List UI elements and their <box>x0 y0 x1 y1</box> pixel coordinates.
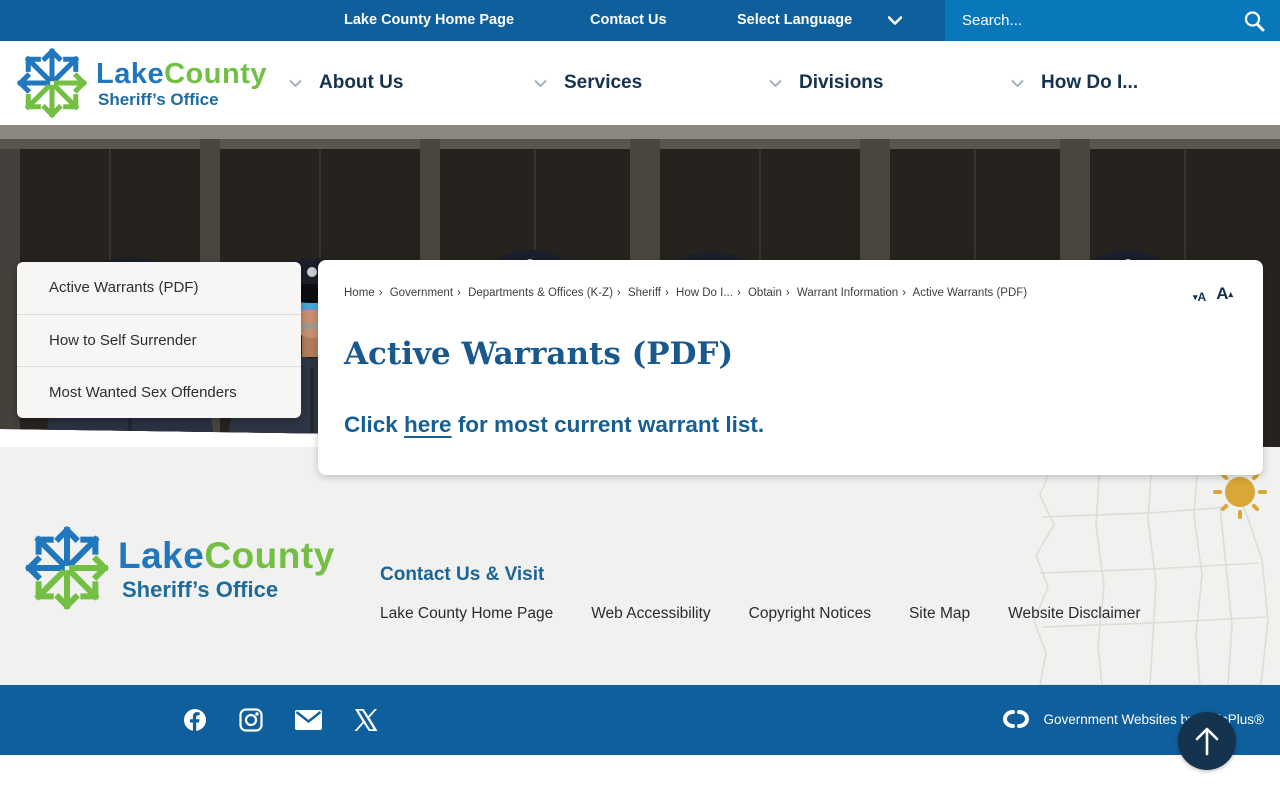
social-links <box>183 708 378 732</box>
header-logo[interactable]: LakeCounty Sheriff’s Office <box>16 47 267 119</box>
search-icon <box>1244 10 1265 31</box>
instagram-icon[interactable] <box>239 708 263 732</box>
left-page-menu: Active Warrants (PDF) How to Self Surren… <box>17 262 301 418</box>
breadcrumb-home[interactable]: Home <box>344 287 375 299</box>
nav-about-us[interactable]: About Us <box>289 41 403 125</box>
breadcrumb-obtain[interactable]: Obtain <box>748 287 782 299</box>
warrant-list-line: Click here for most current warrant list… <box>344 412 765 437</box>
email-icon[interactable] <box>295 710 322 730</box>
chevron-down-icon <box>1011 79 1024 87</box>
breadcrumb-how-do-i[interactable]: How Do I... <box>676 287 733 299</box>
footer-link-disclaimer[interactable]: Website Disclaimer <box>1008 605 1140 623</box>
search-bar <box>945 0 1280 41</box>
breadcrumb-government[interactable]: Government <box>390 287 453 299</box>
site-header: LakeCounty Sheriff’s Office About Us Ser… <box>0 41 1280 125</box>
header-logo-wordmark: LakeCounty <box>96 58 267 90</box>
footer-link-home[interactable]: Lake County Home Page <box>380 605 553 623</box>
footer-link-sitemap[interactable]: Site Map <box>909 605 970 623</box>
chevron-down-icon <box>769 79 782 87</box>
nav-services[interactable]: Services <box>534 41 642 125</box>
footer-logo-tagline: Sheriff’s Office <box>122 577 279 602</box>
civicplus-icon <box>1003 710 1030 728</box>
font-size-controls: ▾ A A ▴ <box>1193 284 1233 304</box>
warrant-list-link[interactable]: here <box>404 412 452 437</box>
breadcrumb-sheriff[interactable]: Sheriff <box>628 287 661 299</box>
breadcrumb-warrant-information[interactable]: Warrant Information <box>797 287 898 299</box>
footer-logo-wordmark: LakeCounty <box>118 535 335 576</box>
language-selector-label: Select Language <box>737 12 853 28</box>
breadcrumb-active-warrants[interactable]: Active Warrants (PDF) <box>913 287 1028 299</box>
menu-item-self-surrender[interactable]: How to Self Surrender <box>17 314 301 366</box>
x-twitter-icon[interactable] <box>354 708 378 732</box>
arrow-up-icon <box>1195 727 1219 756</box>
topbar-contact-link[interactable]: Contact Us <box>590 0 667 41</box>
nav-how-do-i[interactable]: How Do I... <box>1011 41 1138 125</box>
footer-contact-heading[interactable]: Contact Us & Visit <box>380 564 544 586</box>
chevron-down-icon <box>888 16 903 25</box>
breadcrumb: Home › Government › Departments & Offices … <box>344 287 1028 299</box>
search-button[interactable] <box>1242 9 1280 33</box>
footer-links: Lake County Home Page Web Accessibility … <box>380 605 1141 623</box>
nav-divisions[interactable]: Divisions <box>769 41 883 125</box>
facebook-icon[interactable] <box>183 708 207 732</box>
decrease-font-button[interactable]: ▾ A <box>1193 290 1206 304</box>
footer-logo[interactable]: LakeCounty Sheriff’s Office <box>24 525 335 611</box>
county-map-graphic <box>980 455 1280 690</box>
language-selector[interactable]: Select Language <box>737 0 903 41</box>
search-input[interactable] <box>945 12 1242 29</box>
increase-font-button[interactable]: A ▴ <box>1216 284 1233 304</box>
menu-item-most-wanted[interactable]: Most Wanted Sex Offenders <box>17 366 301 418</box>
lake-county-logo-icon <box>24 525 110 611</box>
content-card: Home › Government › Departments & Offices … <box>318 260 1263 475</box>
footer: LakeCounty Sheriff’s Office Contact Us &… <box>0 447 1280 686</box>
chevron-down-icon <box>534 79 547 87</box>
chevron-down-icon <box>289 79 302 87</box>
lake-county-logo-icon <box>16 47 88 119</box>
topbar-home-link[interactable]: Lake County Home Page <box>344 0 514 41</box>
header-logo-tagline: Sheriff’s Office <box>98 90 219 109</box>
breadcrumb-departments[interactable]: Departments & Offices (K-Z) <box>468 287 613 299</box>
back-to-top-button[interactable] <box>1178 712 1236 770</box>
footer-link-accessibility[interactable]: Web Accessibility <box>591 605 710 623</box>
footer-link-copyright[interactable]: Copyright Notices <box>749 605 871 623</box>
top-utility-bar: Lake County Home Page Contact Us Select … <box>0 0 1280 41</box>
menu-item-active-warrants[interactable]: Active Warrants (PDF) <box>17 262 301 314</box>
page-title: Active Warrants (PDF) <box>344 336 734 372</box>
page: LakeCounty Sheriff’s Office Contact Us &… <box>0 0 1280 800</box>
bottom-bar: Government Websites by CivicPlus® <box>0 685 1280 755</box>
